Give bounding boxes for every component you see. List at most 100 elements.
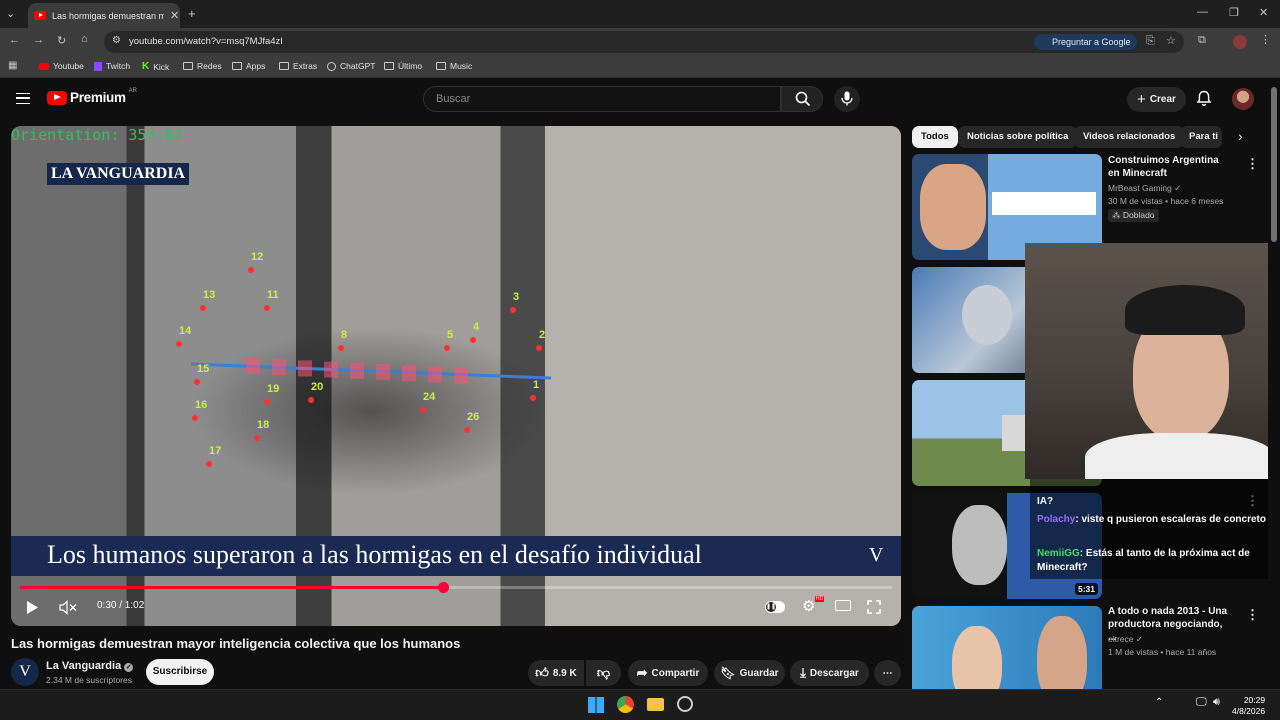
bookmark-chatgpt[interactable]: ChatGPT	[327, 61, 375, 71]
tray-chevron-icon[interactable]: ⌃	[1155, 697, 1163, 708]
tracked-person-label: 20	[311, 381, 323, 393]
menu-icon[interactable]	[16, 93, 30, 104]
new-tab-icon[interactable]: +	[188, 6, 196, 21]
minimize-icon[interactable]: —	[1197, 6, 1208, 18]
volume-icon[interactable]: 🔊︎	[1213, 696, 1220, 709]
settings-gear-icon[interactable]: ⚙	[802, 597, 815, 615]
voice-search-button[interactable]	[834, 86, 860, 112]
apps-grid-icon[interactable]: ▦	[8, 60, 17, 71]
chrome-taskbar-icon[interactable]	[617, 696, 634, 713]
bookmark-star-icon[interactable]: ☆	[1166, 34, 1176, 47]
save-button[interactable]: 🔖︎ Guardar	[714, 660, 785, 686]
like-count: 8.9 K	[552, 667, 577, 679]
news-lower-third: Los humanos superaron a las hormigas en …	[11, 536, 901, 576]
close-window-icon[interactable]: ✕	[1259, 6, 1268, 19]
play-icon[interactable]	[25, 600, 39, 615]
search-icon	[795, 91, 811, 107]
fullscreen-icon[interactable]	[867, 600, 881, 614]
sidebar-more-icon[interactable]: ⋮	[1246, 607, 1259, 623]
bookmark-twitch[interactable]: Twitch	[94, 61, 130, 71]
omnibox[interactable]: ⚙ youtube.com/watch?v=msq7MJfa4zI Pregun…	[104, 31, 1184, 53]
tracking-marker	[324, 361, 338, 378]
la-vanguardia-logo: LA VANGUARDIA	[47, 163, 190, 185]
reload-icon[interactable]: ↻	[57, 34, 66, 47]
scrubber-handle[interactable]	[437, 582, 449, 593]
search-button[interactable]	[781, 86, 823, 112]
site-info-icon[interactable]: ⚙	[112, 35, 121, 46]
notifications-bell-icon[interactable]	[1196, 90, 1212, 107]
more-actions-button[interactable]: ⋯	[874, 660, 901, 686]
bookmark-music[interactable]: Music	[436, 61, 472, 71]
browser-menu-icon[interactable]: ⋮	[1260, 33, 1271, 46]
chip-todos[interactable]: Todos	[912, 126, 958, 148]
tracked-person-label: 2	[539, 329, 545, 341]
chip-politics[interactable]: Noticias sobre política	[958, 126, 1078, 148]
sidebar-channel[interactable]: eltrece ✓	[1108, 634, 1143, 645]
tracked-person-label: 8	[341, 329, 347, 341]
bookmark-redes[interactable]: Redes	[183, 61, 222, 71]
sidebar-channel[interactable]: MrBeast Gaming ✓	[1108, 183, 1181, 194]
install-app-icon[interactable]: ⎘	[1146, 35, 1155, 48]
download-button[interactable]: ⤓ Descargar	[790, 660, 869, 686]
bookmark-ultimo[interactable]: Último	[384, 61, 422, 71]
bookmark-extras[interactable]: Extras	[279, 61, 317, 71]
share-button[interactable]: ➦ Compartir	[628, 660, 708, 686]
bookmark-youtube[interactable]: Youtube	[39, 61, 84, 71]
bookmark-label: ChatGPT	[340, 61, 376, 71]
sidebar-video-title[interactable]: Construimos Argentina en Minecraft	[1108, 154, 1228, 180]
thumbs-down-icon: 👎︎	[596, 665, 611, 680]
channel-name[interactable]: La Vanguardia ✓	[46, 660, 134, 672]
back-icon[interactable]: ←	[9, 34, 20, 46]
youtube-page: Premium AR Buscar + Crear 12 13 11 14 8 3 5 4 2 15…	[0, 79, 1280, 720]
bookmark-apps[interactable]: Apps	[232, 61, 265, 71]
create-button[interactable]: + Crear	[1127, 87, 1186, 112]
close-tab-icon[interactable]: ✕	[170, 9, 179, 22]
muted-volume-icon[interactable]	[58, 600, 78, 615]
youtube-logo[interactable]: Premium AR	[47, 88, 137, 105]
extensions-icon[interactable]: ⧉	[1198, 34, 1206, 47]
forward-icon[interactable]: →	[33, 34, 44, 46]
app-taskbar-icon[interactable]	[677, 696, 693, 712]
network-icon[interactable]: 🖵︎	[1196, 696, 1207, 709]
folder-icon	[436, 62, 446, 70]
autoplay-toggle[interactable]: ❚❚	[765, 601, 785, 613]
home-icon[interactable]: ⌂	[81, 33, 88, 45]
theater-mode-icon[interactable]	[835, 600, 851, 611]
profile-avatar[interactable]	[1233, 35, 1247, 49]
channel-avatar[interactable]: V	[11, 658, 39, 686]
folder-icon	[232, 62, 242, 70]
restore-icon[interactable]: ❐	[1229, 6, 1239, 19]
tracking-marker	[350, 362, 364, 379]
browser-tab[interactable]: Las hormigas demuestran mayor intel ✕	[28, 3, 180, 28]
subscribe-button[interactable]: Suscribirse	[146, 659, 214, 685]
search-input[interactable]: Buscar	[423, 86, 781, 112]
chip-related[interactable]: Videos relacionados	[1074, 126, 1185, 148]
dubbed-badge: ⁂ Doblado	[1108, 209, 1159, 222]
video-player[interactable]: 12 13 11 14 8 3 5 4 2 15 19 20 1 16 18 24 26 17 Orientati…	[11, 126, 901, 626]
start-windows-icon[interactable]	[588, 697, 604, 713]
progress-bar[interactable]	[20, 582, 892, 593]
video-title: Las hormigas demuestran mayor inteligenc…	[11, 636, 461, 651]
bookmark-kick[interactable]: K Kick	[142, 61, 169, 72]
tracked-person-label: 3	[513, 291, 519, 303]
chips-next-chevron-icon[interactable]: ›	[1238, 128, 1243, 144]
page-scrollbar[interactable]	[1271, 87, 1277, 242]
sidebar-more-icon[interactable]: ⋮	[1246, 156, 1259, 172]
account-avatar[interactable]	[1232, 88, 1254, 110]
chip-for-you[interactable]: Para ti	[1180, 126, 1222, 148]
ask-google-button[interactable]: Preguntar a Google	[1034, 34, 1137, 50]
bookmark-label: Youtube	[53, 61, 84, 71]
url-text[interactable]: youtube.com/watch?v=msq7MJfa4zI	[129, 36, 283, 47]
tab-search-icon[interactable]: ⌄	[6, 7, 15, 20]
file-explorer-icon[interactable]	[647, 698, 664, 711]
bookmark-label: Extras	[293, 61, 318, 71]
taskbar-clock[interactable]: 20:29 4/8/2026	[1232, 695, 1265, 717]
like-button[interactable]: 👍︎ 8.9 K	[528, 660, 584, 686]
dislike-button[interactable]: 👎︎	[586, 660, 621, 686]
share-label: Compartir	[651, 667, 700, 679]
tracked-person-dot	[264, 399, 270, 405]
thumbs-up-icon: 👍︎	[535, 665, 549, 680]
verified-icon: ✓	[1174, 183, 1182, 193]
tracked-person-dot	[176, 341, 182, 347]
thumbnail-face	[952, 505, 1007, 585]
